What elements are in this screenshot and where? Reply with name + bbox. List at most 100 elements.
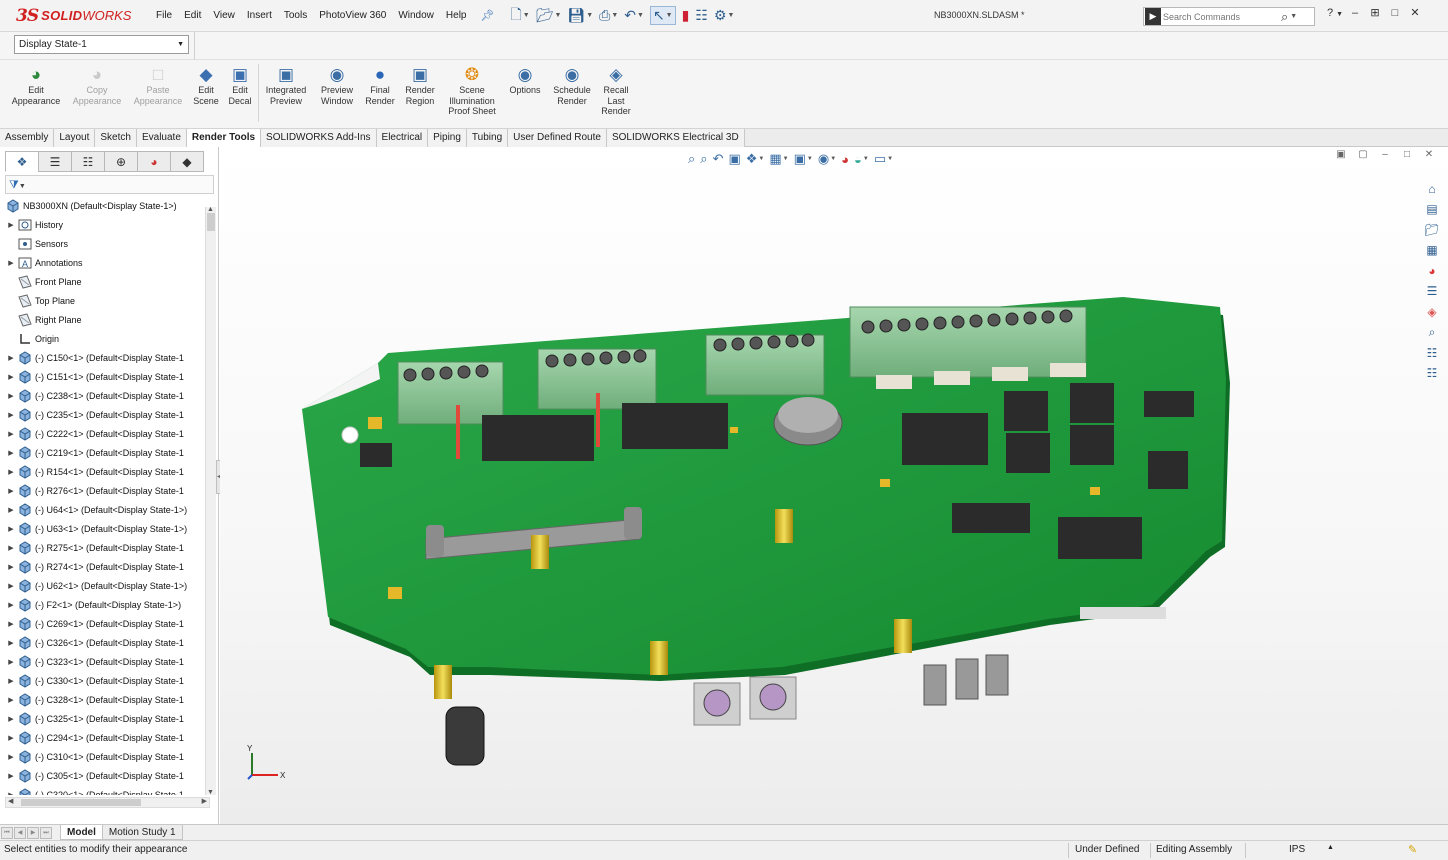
file-properties-button[interactable]: ☷ — [695, 7, 708, 24]
menu-edit[interactable]: Edit — [178, 10, 207, 21]
print-button[interactable]: ⎙ ▼ — [599, 7, 618, 24]
menu-insert[interactable]: Insert — [241, 10, 278, 21]
pin-icon[interactable]: 📌︎ — [478, 9, 496, 22]
section-view-button[interactable]: ▣ — [728, 151, 740, 167]
viewport-restore-button[interactable]: ▣ — [1330, 149, 1352, 160]
chevron-down-icon[interactable]: ▼ — [807, 156, 813, 162]
menu-file[interactable]: File — [150, 10, 178, 21]
scroll-thumb[interactable] — [207, 213, 215, 231]
prev-tab-icon[interactable]: ◀ — [14, 826, 26, 839]
expand-arrow-icon[interactable]: ▶ — [6, 506, 16, 514]
routing-library-tab[interactable]: ☷ — [1422, 364, 1442, 383]
edit-appearance-button[interactable]: ◕ Edit Appearance — [6, 66, 66, 106]
chevron-down-icon[interactable]: ▼ — [586, 12, 593, 19]
search-tab[interactable]: ⌕ — [1422, 323, 1442, 342]
tab-model[interactable]: Model — [60, 825, 103, 840]
first-tab-icon[interactable]: ⏮ — [1, 826, 13, 839]
menu-view[interactable]: View — [207, 10, 241, 21]
chevron-down-icon[interactable]: ▼ — [783, 156, 789, 162]
zoom-to-fit-button[interactable]: ⌕ — [688, 151, 695, 167]
viewport-minimize-button[interactable]: – — [1374, 149, 1396, 160]
help-button[interactable]: ? ▼ — [1325, 7, 1345, 19]
expand-arrow-icon[interactable]: ▶ — [6, 373, 16, 381]
design-library-tab[interactable]: ▤ — [1422, 200, 1442, 219]
property-manager-tab[interactable]: ☰ — [38, 151, 72, 172]
tree-item[interactable]: ▶ (-) C305<1> (Default<Display State-1 — [0, 767, 205, 785]
tree-item[interactable]: ▶ (-) C320<1> (Default<Display State-1 — [0, 786, 205, 795]
feature-tree-tab[interactable]: ❖ — [5, 151, 39, 172]
appearances-tab[interactable]: ◕ — [1422, 261, 1442, 280]
expand-arrow-icon[interactable]: ▶ — [6, 772, 16, 780]
tab-motion-study-1[interactable]: Motion Study 1 — [101, 825, 183, 840]
tab-layout[interactable]: Layout — [54, 129, 96, 147]
previous-view-button[interactable]: ↶ — [713, 151, 724, 167]
chevron-down-icon[interactable]: ▼ — [554, 12, 561, 19]
expand-arrow-icon[interactable]: ▶ — [6, 563, 16, 571]
tree-item[interactable]: ▶ (-) C219<1> (Default<Display State-1 — [0, 444, 205, 462]
display-manager-tab[interactable]: ◕ — [137, 151, 171, 172]
view-orientation-button[interactable]: ▦ ▼ — [769, 151, 788, 167]
file-explorer-tab[interactable]: 📁︎ — [1422, 220, 1442, 239]
select-button[interactable]: ↖ ▼ — [649, 6, 676, 25]
tile-button[interactable]: ⊞ — [1365, 6, 1385, 19]
next-tab-icon[interactable]: ▶ — [27, 826, 39, 839]
edit-appearance-view-button[interactable]: ◕ — [841, 152, 849, 167]
solidworks-forum-tab[interactable]: ◈ — [1422, 302, 1442, 321]
rebuild-button[interactable]: ▮ — [682, 7, 690, 24]
tree-item[interactable]: ▶ (-) R274<1> (Default<Display State-1 — [0, 558, 205, 576]
expand-arrow-icon[interactable]: ▶ — [6, 354, 16, 362]
pcb-assembly-model[interactable] — [220, 147, 1448, 824]
tree-item[interactable]: ▶ (-) C150<1> (Default<Display State-1 — [0, 349, 205, 367]
chevron-down-icon[interactable]: ▼ — [666, 12, 673, 19]
tree-item[interactable]: Right Plane — [0, 311, 205, 329]
tab-electrical[interactable]: Electrical — [376, 129, 429, 147]
view-palette-tab[interactable]: ▦ — [1422, 241, 1442, 260]
expand-arrow-icon[interactable]: ▶ — [6, 525, 16, 533]
display-state-select[interactable]: Display State-1 ▼ — [14, 35, 189, 54]
expand-arrow-icon[interactable]: ▶ — [6, 658, 16, 666]
scroll-right-icon[interactable]: ▶ — [202, 797, 207, 805]
viewport-maximize-button[interactable]: □ — [1396, 149, 1418, 160]
expand-arrow-icon[interactable]: ▶ — [6, 582, 16, 590]
tree-horizontal-scrollbar[interactable]: ◀ ▶ — [5, 797, 210, 808]
viewport-close-button[interactable]: ✕ — [1418, 149, 1440, 160]
chevron-down-icon[interactable]: ▼ — [1290, 13, 1297, 20]
search-icon[interactable]: ⌕ — [1281, 9, 1288, 25]
recall-last-render-button[interactable]: ◈ Recall Last Render — [586, 66, 646, 117]
tree-vertical-scrollbar[interactable]: ▲ ▼ — [205, 206, 216, 796]
tab-render-tools[interactable]: Render Tools — [186, 129, 262, 147]
apply-scene-button[interactable]: ◒ ▼ — [854, 152, 869, 167]
tab-tubing[interactable]: Tubing — [466, 129, 509, 147]
tree-item[interactable]: ▶ (-) F2<1> (Default<Display State-1>) — [0, 596, 205, 614]
view-settings-button[interactable]: ▭ ▼ — [874, 151, 893, 167]
expand-arrow-icon[interactable]: ▶ — [6, 639, 16, 647]
last-tab-icon[interactable]: ⏭ — [40, 826, 52, 839]
menu-help[interactable]: Help — [440, 10, 473, 21]
rebuild-status-icon[interactable]: ✎ — [1408, 843, 1417, 856]
tree-item[interactable]: ▶ (-) C330<1> (Default<Display State-1 — [0, 672, 205, 690]
solidworks-resources-tab[interactable]: ⌂ — [1422, 179, 1442, 198]
tree-item[interactable]: Top Plane — [0, 292, 205, 310]
expand-arrow-icon[interactable]: ▶ — [6, 487, 16, 495]
tree-item[interactable]: ▶ (-) C269<1> (Default<Display State-1 — [0, 615, 205, 633]
menu-photoview-360[interactable]: PhotoView 360 — [313, 10, 392, 21]
close-button[interactable]: ✕ — [1405, 6, 1425, 19]
tree-item[interactable]: ▶ (-) C310<1> (Default<Display State-1 — [0, 748, 205, 766]
expand-arrow-icon[interactable]: ▶ — [6, 430, 16, 438]
chevron-down-icon[interactable]: ▼ — [863, 156, 869, 162]
expand-arrow-icon[interactable]: ▶ — [6, 715, 16, 723]
expand-arrow-icon[interactable]: ▶ — [6, 259, 16, 267]
menu-window[interactable]: Window — [392, 10, 440, 21]
scroll-left-icon[interactable]: ◀ — [8, 797, 13, 805]
scroll-thumb[interactable] — [21, 799, 141, 806]
expand-arrow-icon[interactable]: ▶ — [6, 544, 16, 552]
expand-arrow-icon[interactable]: ▶ — [6, 734, 16, 742]
units-selector[interactable]: IPS — [1289, 844, 1305, 855]
tab-solidworks-electrical-3d[interactable]: SOLIDWORKS Electrical 3D — [606, 129, 745, 147]
expand-arrow-icon[interactable]: ▶ — [6, 392, 16, 400]
scroll-down-icon[interactable]: ▼ — [207, 789, 214, 796]
render-region-button[interactable]: ▣ Render Region — [390, 66, 450, 106]
expand-arrow-icon[interactable]: ▶ — [6, 468, 16, 476]
expand-arrow-icon[interactable]: ▶ — [6, 753, 16, 761]
expand-arrow-icon[interactable]: ▶ — [6, 221, 16, 229]
